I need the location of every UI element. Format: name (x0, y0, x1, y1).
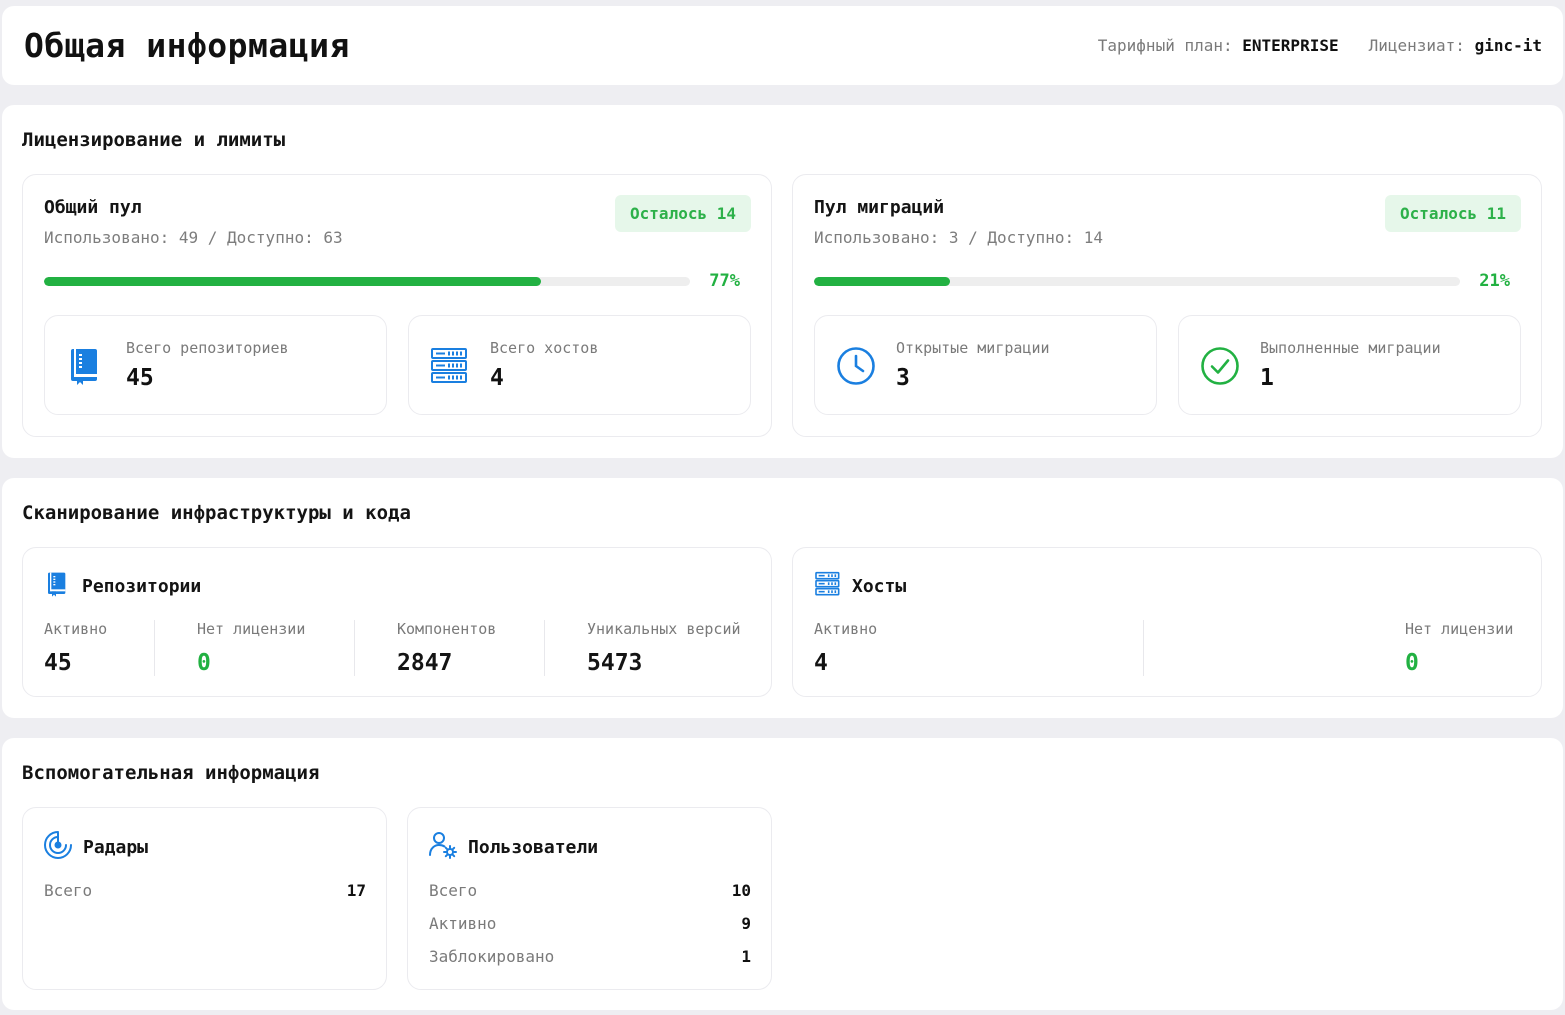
plan-label: Тарифный план: (1097, 36, 1233, 55)
metric-label: Уникальных версий (587, 620, 741, 638)
user-settings-icon (428, 830, 458, 864)
metric-active: Активно 4 (814, 620, 877, 676)
remaining-badge: Осталось 11 (1385, 195, 1521, 232)
progress-fill (814, 277, 950, 286)
check-circle-icon (1199, 346, 1241, 386)
kv-row-total: Всего 17 (44, 881, 366, 900)
aux-card-title: Радары (83, 836, 149, 858)
licensing-section: Лицензирование и лимиты Общий пул Исполь… (2, 105, 1563, 458)
metric-label: Активно (814, 620, 878, 638)
aux-card-radars[interactable]: Радары Всего 17 (22, 807, 387, 990)
plan-info: Тарифный план: ENTERPRISE (1098, 36, 1339, 55)
progress-percent: 21% (1479, 271, 1510, 291)
scan-card-header: Хосты (814, 570, 906, 602)
server-stack-icon (429, 346, 471, 386)
header-meta: Тарифный план: ENTERPRISE Лицензиат: gin… (1098, 36, 1542, 55)
stat-label: Всего хостов (490, 339, 599, 357)
section-title: Вспомогательная информация (22, 762, 320, 784)
scan-card-title: Хосты (852, 575, 907, 597)
scan-card-header: Репозитории (44, 570, 201, 602)
metric-label: Нет лицензии (197, 620, 306, 638)
page-header: Общая информация Тарифный план: ENTERPRI… (2, 6, 1563, 85)
repository-book-icon (44, 570, 72, 602)
metric-unique-versions: Уникальных версий 5473 (587, 620, 741, 676)
scan-card-hosts[interactable]: Хосты Активно 4 Нет лицензии 0 (792, 547, 1542, 697)
progress-percent: 77% (709, 271, 740, 291)
pool-usage: Использовано: 3 / Доступно: 14 (814, 228, 1103, 247)
metric-value: 4 (814, 650, 828, 676)
progress-fill (44, 277, 542, 286)
scanning-section: Сканирование инфраструктуры и кода Репоз… (2, 478, 1563, 718)
metric-value: 2847 (397, 650, 453, 676)
metric-active: Активно 45 (44, 620, 107, 676)
metric-label: Компонентов (397, 620, 497, 638)
page-title: Общая информация (24, 26, 350, 65)
stat-value: 45 (126, 365, 154, 391)
kv-label: Всего (44, 881, 93, 900)
kv-label: Заблокировано (429, 947, 555, 966)
aux-card-header: Пользователи (428, 830, 598, 864)
pool-name: Общий пул (44, 197, 142, 218)
kv-value: 17 (346, 881, 366, 900)
repository-book-icon (65, 346, 107, 386)
aux-card-title: Пользователи (468, 836, 599, 858)
kv-value: 1 (741, 947, 751, 966)
progress-bar (44, 277, 690, 286)
pool-card-migrations: Пул миграций Использовано: 3 / Доступно:… (792, 174, 1542, 437)
auxiliary-section: Вспомогательная информация Радары Всего … (2, 738, 1563, 1010)
metric-label: Нет лицензии (1405, 620, 1514, 638)
stat-card-hosts[interactable]: Всего хостов 4 (408, 315, 751, 415)
aux-card-header: Радары (43, 830, 148, 864)
stat-value: 1 (1260, 365, 1274, 391)
metric-value: 45 (44, 650, 72, 676)
metric-value: 0 (197, 650, 211, 676)
stat-card-open-migrations[interactable]: Открытые миграции 3 (814, 315, 1157, 415)
licensee-value: ginc-it (1474, 36, 1542, 55)
stat-label: Выполненные миграции (1260, 339, 1441, 357)
pool-card-general: Общий пул Использовано: 49 / Доступно: 6… (22, 174, 772, 437)
stat-value: 4 (490, 365, 504, 391)
metric-label: Активно (44, 620, 108, 638)
metric-value: 0 (1405, 650, 1419, 676)
stat-card-completed-migrations[interactable]: Выполненные миграции 1 (1178, 315, 1521, 415)
divider (154, 620, 155, 676)
progress-bar (814, 277, 1460, 286)
radar-icon (43, 830, 73, 864)
kv-row-total: Всего 10 (429, 881, 751, 900)
pool-usage: Использовано: 49 / Доступно: 63 (44, 228, 343, 247)
plan-value: ENTERPRISE (1242, 36, 1339, 55)
metric-no-license: Нет лицензии 0 (1405, 620, 1513, 676)
kv-value: 9 (741, 914, 751, 933)
stat-card-repositories[interactable]: Всего репозиториев 45 (44, 315, 387, 415)
scan-card-title: Репозитории (82, 575, 202, 597)
metric-no-license: Нет лицензии 0 (197, 620, 305, 676)
stat-value: 3 (896, 365, 910, 391)
divider (354, 620, 355, 676)
licensee-info: Лицензиат: ginc-it (1369, 36, 1542, 55)
scan-card-repositories[interactable]: Репозитории Активно 45 Нет лицензии 0 Ко… (22, 547, 772, 697)
kv-value: 10 (731, 881, 751, 900)
section-title: Сканирование инфраструктуры и кода (22, 502, 411, 524)
kv-label: Активно (429, 914, 497, 933)
stat-label: Всего репозиториев (126, 339, 289, 357)
kv-row-active: Активно 9 (429, 914, 751, 933)
metric-components: Компонентов 2847 (397, 620, 496, 676)
divider (1143, 620, 1144, 676)
server-stack-icon (814, 570, 842, 602)
kv-row-blocked: Заблокировано 1 (429, 947, 751, 966)
clock-icon (835, 346, 877, 386)
divider (544, 620, 545, 676)
kv-label: Всего (429, 881, 478, 900)
section-title: Лицензирование и лимиты (22, 129, 286, 151)
aux-card-users[interactable]: Пользователи Всего 10 Активно 9 Заблокир… (407, 807, 772, 990)
remaining-badge: Осталось 14 (615, 195, 751, 232)
pool-name: Пул миграций (814, 197, 945, 218)
stat-label: Открытые миграции (896, 339, 1050, 357)
metric-value: 5473 (587, 650, 643, 676)
licensee-label: Лицензиат: (1368, 36, 1465, 55)
